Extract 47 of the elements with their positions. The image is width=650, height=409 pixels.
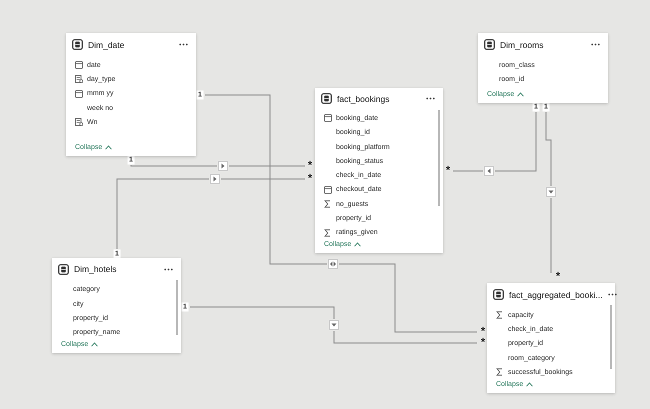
- table-name: Dim_rooms: [500, 40, 544, 50]
- cardinality-label: *: [556, 272, 560, 282]
- more-options-icon[interactable]: [426, 97, 435, 100]
- table-icon: [58, 264, 69, 275]
- cardinality-label: *: [480, 338, 486, 348]
- sigma-icon: [324, 228, 331, 237]
- table-name: Dim_hotels: [74, 264, 118, 274]
- chevron-up-icon: [526, 382, 534, 387]
- scrollbar[interactable]: [176, 280, 178, 336]
- relationship-line[interactable]: [452, 170, 484, 172]
- chevron-up-icon: [91, 342, 98, 347]
- relationship-line[interactable]: [338, 264, 478, 332]
- calendar-icon: [324, 114, 332, 122]
- chevron-up-icon: [354, 242, 362, 247]
- more-options-icon[interactable]: [164, 268, 173, 271]
- scrollbar[interactable]: [610, 305, 612, 369]
- table-name: fact_bookings: [337, 94, 390, 104]
- relationship-line[interactable]: [546, 112, 552, 186]
- relationship-line[interactable]: [334, 330, 478, 344]
- table-icon: [72, 39, 83, 50]
- cardinality-label: *: [480, 328, 486, 336]
- more-options-icon[interactable]: [179, 43, 188, 46]
- table-icon: [484, 39, 495, 50]
- calculated-column-icon: [75, 75, 83, 84]
- chevron-up-icon: [105, 145, 112, 150]
- calculated-column-icon: [75, 118, 83, 126]
- more-options-icon[interactable]: [591, 43, 600, 46]
- table-name: fact_aggregated_booki...: [509, 290, 603, 300]
- calendar-icon: [324, 186, 332, 194]
- relationship-line[interactable]: [494, 112, 536, 172]
- calendar-icon: [75, 61, 83, 70]
- table-icon: [321, 93, 332, 104]
- sigma-icon: [324, 200, 331, 208]
- scrollbar[interactable]: [438, 110, 440, 206]
- table-name: Dim_date: [88, 40, 126, 50]
- more-options-icon[interactable]: [608, 293, 617, 296]
- relationship-line[interactable]: [190, 306, 334, 320]
- cardinality-label: *: [446, 166, 450, 176]
- relationship-line[interactable]: [130, 164, 218, 166]
- relationship-line[interactable]: [116, 178, 210, 250]
- calendar-icon: [75, 90, 83, 98]
- cardinality-label: *: [308, 162, 312, 170]
- table-icon: [493, 289, 504, 300]
- cardinality-label: *: [308, 174, 312, 184]
- chevron-up-icon: [517, 92, 524, 97]
- sigma-icon: [496, 368, 503, 376]
- sigma-icon: [496, 311, 503, 320]
